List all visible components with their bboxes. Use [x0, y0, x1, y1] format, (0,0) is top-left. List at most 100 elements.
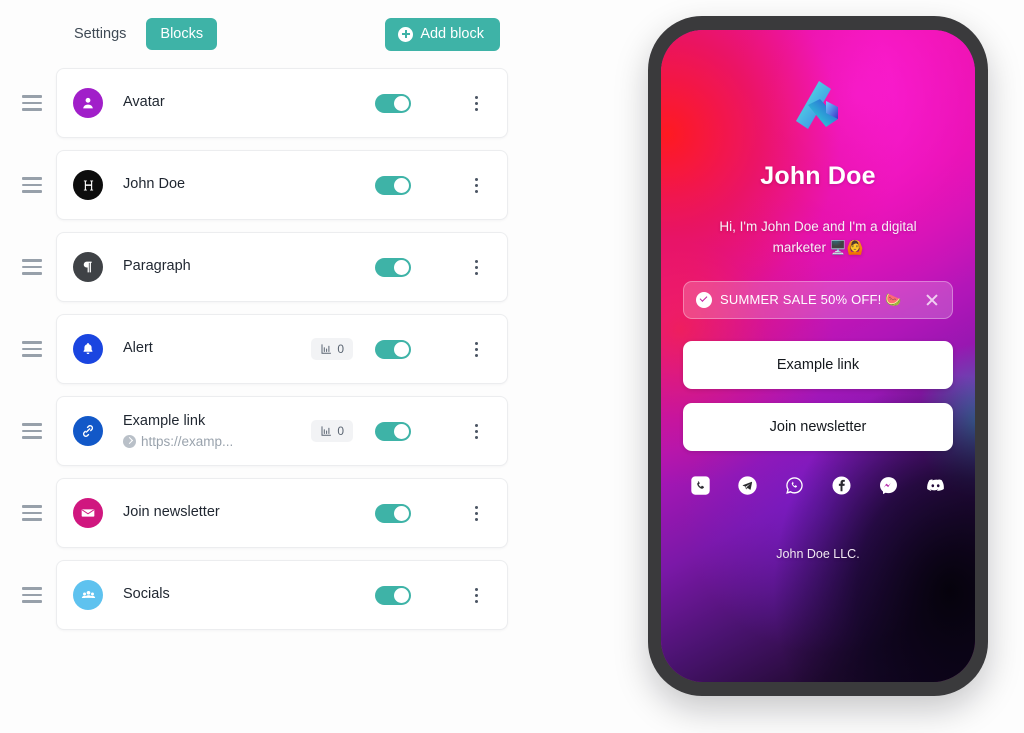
block-title: Avatar [123, 94, 165, 111]
block-row: Example link https://examp... 0 [0, 396, 560, 466]
plus-circle-icon [398, 26, 414, 42]
paragraph-icon [73, 252, 103, 282]
block-text: John Doe [123, 176, 375, 193]
drag-handle-icon[interactable] [22, 583, 46, 607]
block-visibility-toggle[interactable] [375, 175, 411, 195]
block-controls [375, 582, 489, 608]
block-card[interactable]: Example link https://examp... 0 [56, 396, 508, 466]
editor-column: Settings Blocks Add block Avatar John Doe… [0, 0, 560, 733]
view-tabs: Settings Blocks [60, 17, 218, 51]
block-card[interactable]: Avatar [56, 68, 508, 138]
block-row: Alert 0 [0, 314, 560, 384]
tab-blocks[interactable]: Blocks [146, 17, 218, 51]
block-controls [375, 172, 489, 198]
profile-bio: Hi, I'm John Doe and I'm a digital marke… [719, 219, 917, 255]
preview-link-example[interactable]: Example link [683, 340, 953, 389]
drag-handle-icon[interactable] [22, 255, 46, 279]
block-card[interactable]: Paragraph [56, 232, 508, 302]
block-controls [375, 254, 489, 280]
envelope-icon [73, 498, 103, 528]
block-row: Avatar [0, 68, 560, 138]
drag-handle-icon[interactable] [22, 91, 46, 115]
block-controls [375, 500, 489, 526]
block-url: https://examp... [141, 434, 234, 450]
add-block-button[interactable]: Add block [385, 17, 500, 51]
block-visibility-toggle[interactable] [375, 339, 411, 359]
social-icons-row [683, 469, 953, 497]
block-row: Join newsletter [0, 478, 560, 548]
block-text: Paragraph [123, 258, 375, 275]
alert-text: SUMMER SALE 50% OFF! 🍉 [720, 291, 902, 307]
block-text: Join newsletter [123, 504, 375, 521]
block-menu-kebab-icon[interactable] [463, 500, 489, 526]
link-icon [73, 416, 103, 446]
tab-settings[interactable]: Settings [60, 18, 140, 51]
phone-mockup: John Doe Hi, I'm John Doe and I'm a digi… [648, 16, 988, 696]
block-row: Paragraph [0, 232, 560, 302]
block-controls: 0 [311, 336, 489, 362]
phone-icon[interactable] [689, 475, 711, 497]
block-card[interactable]: Alert 0 [56, 314, 508, 384]
block-visibility-toggle[interactable] [375, 503, 411, 523]
block-menu-kebab-icon[interactable] [463, 254, 489, 280]
block-controls: 0 [311, 418, 489, 444]
block-title: Paragraph [123, 258, 191, 275]
preview-pane: John Doe Hi, I'm John Doe and I'm a digi… [560, 0, 1024, 733]
block-card[interactable]: Join newsletter [56, 478, 508, 548]
block-title: Alert [123, 340, 153, 357]
block-title: Socials [123, 586, 170, 603]
block-text: Example link https://examp... [123, 413, 311, 449]
whatsapp-icon[interactable] [783, 475, 805, 497]
preview-content: John Doe Hi, I'm John Doe and I'm a digi… [661, 30, 975, 682]
block-menu-kebab-icon[interactable] [463, 418, 489, 444]
block-row: John Doe [0, 150, 560, 220]
preview-footer: John Doe LLC. [776, 546, 860, 561]
editor-toolbar: Settings Blocks Add block [0, 14, 560, 54]
block-card[interactable]: John Doe [56, 150, 508, 220]
block-controls [375, 90, 489, 116]
block-visibility-toggle[interactable] [375, 585, 411, 605]
block-editor-page: Settings Blocks Add block Avatar John Doe… [0, 0, 1024, 733]
drag-handle-icon[interactable] [22, 419, 46, 443]
block-visibility-toggle[interactable] [375, 257, 411, 277]
alert-banner: SUMMER SALE 50% OFF! 🍉 [683, 280, 953, 319]
block-text: Avatar [123, 94, 375, 111]
drag-handle-icon[interactable] [22, 337, 46, 361]
stats-count: 0 [337, 424, 344, 438]
block-title: John Doe [123, 176, 186, 193]
avatar-logo-icon [781, 74, 855, 148]
block-list: Avatar John Doe Paragraph Alert 0 Example lin… [0, 68, 560, 630]
arrow-circle-icon [123, 435, 136, 449]
block-text: Alert [123, 340, 311, 357]
profile-name: John Doe [760, 162, 876, 190]
phone-screen: John Doe Hi, I'm John Doe and I'm a digi… [661, 30, 975, 682]
block-menu-kebab-icon[interactable] [463, 336, 489, 362]
stats-count: 0 [337, 342, 344, 356]
facebook-icon[interactable] [831, 475, 853, 497]
stats-badge[interactable]: 0 [311, 338, 353, 360]
block-title: Join newsletter [123, 504, 220, 521]
drag-handle-icon[interactable] [22, 173, 46, 197]
stats-badge[interactable]: 0 [311, 420, 353, 442]
discord-icon[interactable] [925, 475, 947, 497]
block-title: Example link [123, 412, 206, 429]
bell-icon [73, 334, 103, 364]
block-visibility-toggle[interactable] [375, 421, 411, 441]
block-subtitle-row: https://examp... [123, 434, 311, 449]
block-menu-kebab-icon[interactable] [463, 172, 489, 198]
drag-handle-icon[interactable] [22, 501, 46, 525]
block-text: Socials [123, 586, 375, 603]
close-icon[interactable] [924, 292, 940, 308]
block-menu-kebab-icon[interactable] [463, 90, 489, 116]
block-visibility-toggle[interactable] [375, 93, 411, 113]
heading-icon [73, 170, 103, 200]
block-row: Socials [0, 560, 560, 630]
add-block-label: Add block [420, 25, 484, 42]
telegram-icon[interactable] [736, 475, 758, 497]
user-icon [73, 88, 103, 118]
check-circle-icon [696, 291, 712, 308]
block-card[interactable]: Socials [56, 560, 508, 630]
block-menu-kebab-icon[interactable] [463, 582, 489, 608]
messenger-icon[interactable] [878, 475, 900, 497]
preview-link-newsletter[interactable]: Join newsletter [683, 402, 953, 451]
